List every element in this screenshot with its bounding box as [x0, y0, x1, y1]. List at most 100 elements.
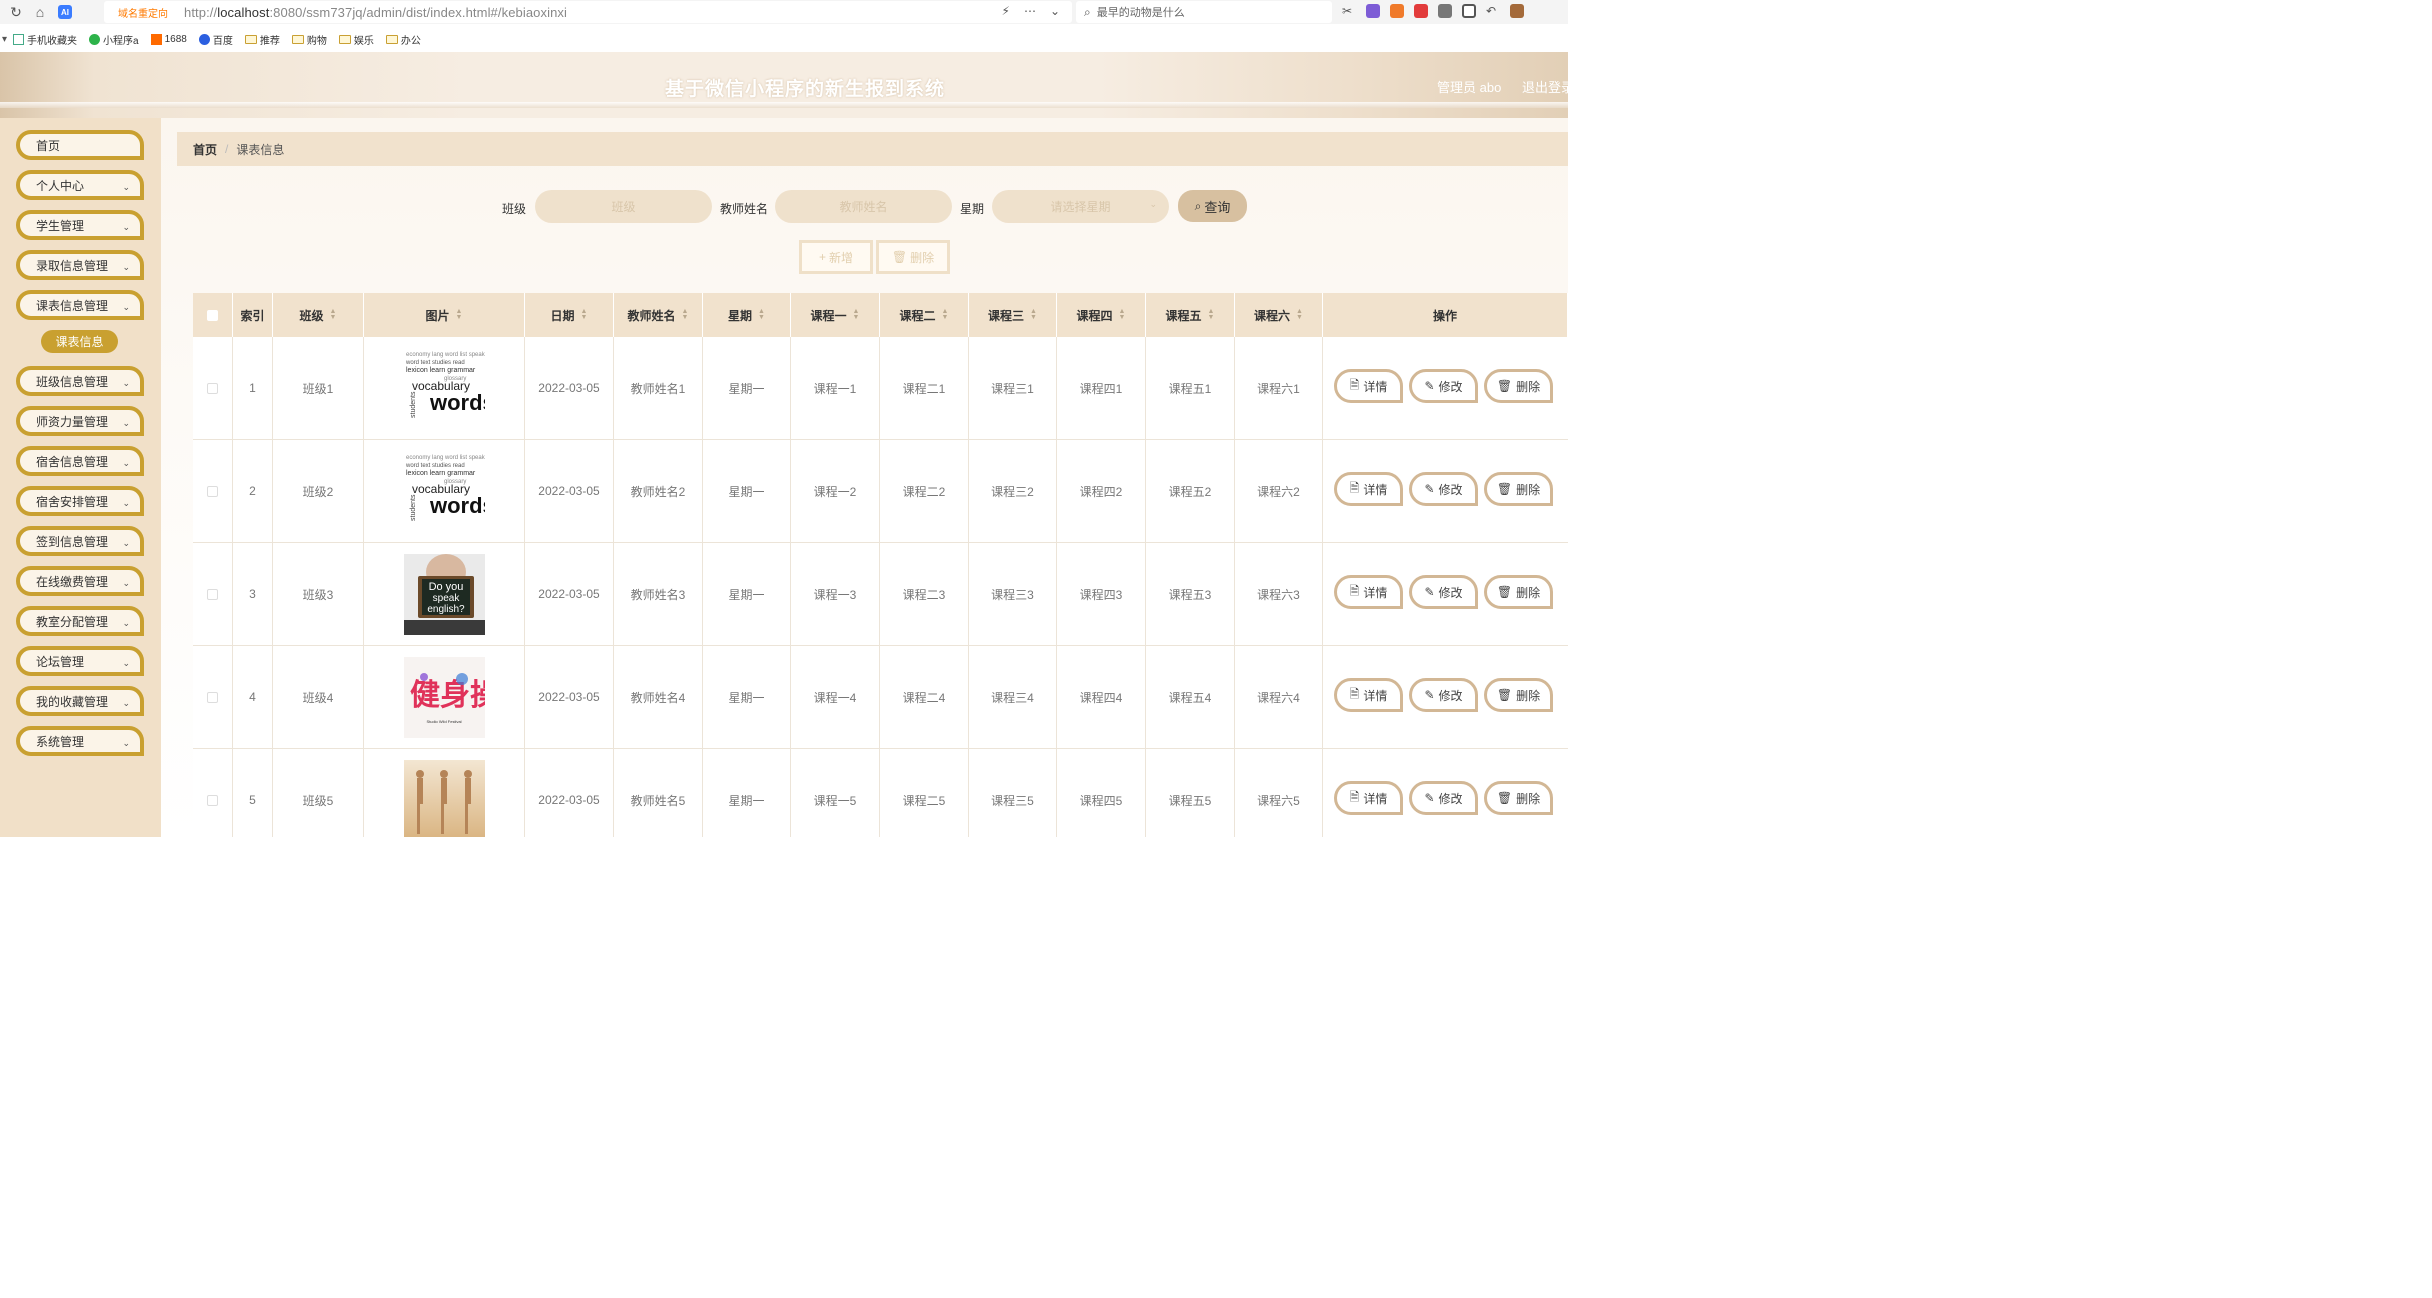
refresh-icon[interactable]: ↻: [8, 4, 24, 20]
col-course4[interactable]: 课程四 ▲ ▼: [1057, 293, 1146, 337]
extension-red-icon[interactable]: [1414, 4, 1428, 18]
col-weekday[interactable]: 星期 ▲ ▼: [703, 293, 791, 337]
lightning-icon[interactable]: ⚡: [1002, 4, 1010, 18]
sidebar-item-class[interactable]: 班级信息管理 ⌄: [16, 366, 144, 396]
col-course1[interactable]: 课程一 ▲ ▼: [791, 293, 880, 337]
row-checkbox[interactable]: [193, 337, 233, 439]
edit-button[interactable]: ✎ 修改: [1409, 575, 1478, 609]
row-checkbox[interactable]: [193, 543, 233, 645]
sort-icon[interactable]: ▲ ▼: [1119, 308, 1126, 321]
bookmark-folder-entertainment[interactable]: 娱乐: [338, 32, 374, 47]
delete-button[interactable]: 🗑︎ 删除: [1484, 472, 1553, 506]
sort-icon[interactable]: ▲ ▼: [456, 308, 463, 321]
col-class[interactable]: 班级 ▲ ▼: [273, 293, 364, 337]
cell-teacher: 教师姓名3: [614, 543, 703, 645]
sidebar-item-faculty[interactable]: 师资力量管理 ⌄: [16, 406, 144, 436]
chevron-down-icon[interactable]: ⌄: [1050, 4, 1060, 18]
sort-icon[interactable]: ▲ ▼: [581, 308, 588, 321]
row-checkbox[interactable]: [193, 646, 233, 748]
delete-button[interactable]: 🗑︎ 删除: [1484, 678, 1553, 712]
delete-button[interactable]: 🗑︎ 删除: [1484, 575, 1553, 609]
sort-icon[interactable]: ▲ ▼: [1208, 308, 1215, 321]
bookmark-folder-office[interactable]: 办公: [385, 32, 421, 47]
download-icon[interactable]: [1462, 4, 1476, 18]
batch-delete-button[interactable]: 🗑︎ 删除: [876, 240, 950, 274]
sidebar-item-admission[interactable]: 录取信息管理 ⌄: [16, 250, 144, 280]
extension-orange-icon[interactable]: [1390, 4, 1404, 18]
row-checkbox[interactable]: [193, 749, 233, 837]
sort-icon[interactable]: ▲ ▼: [758, 308, 765, 321]
sidebar-item-timetable[interactable]: 课表信息管理 ⌄: [16, 290, 144, 320]
sidebar-item-dorm-info[interactable]: 宿舍信息管理 ⌄: [16, 446, 144, 476]
cell-c4: 课程四5: [1057, 749, 1146, 837]
detail-button[interactable]: 🗎︎ 详情: [1334, 472, 1403, 506]
sidebar-item-forum[interactable]: 论坛管理 ⌄: [16, 646, 144, 676]
detail-button[interactable]: 🗎︎ 详情: [1334, 678, 1403, 712]
col-course3[interactable]: 课程三 ▲ ▼: [969, 293, 1057, 337]
sidebar-item-home[interactable]: 首页: [16, 130, 144, 160]
detail-button[interactable]: 🗎︎ 详情: [1334, 369, 1403, 403]
teacher-filter-input[interactable]: 教师姓名: [775, 190, 952, 223]
col-date[interactable]: 日期 ▲ ▼: [525, 293, 614, 337]
dancers-image: [403, 759, 485, 837]
col-teacher[interactable]: 教师姓名 ▲ ▼: [614, 293, 703, 337]
sort-icon[interactable]: ▲ ▼: [853, 308, 860, 321]
sort-icon[interactable]: ▲ ▼: [1030, 308, 1037, 321]
sidebar-item-personal-center[interactable]: 个人中心 ⌄: [16, 170, 144, 200]
home-icon[interactable]: ⌂: [32, 4, 48, 20]
address-bar[interactable]: 域名重定向 http://localhost:8080/ssm737jq/adm…: [104, 1, 1072, 23]
detail-button[interactable]: 🗎︎ 详情: [1334, 575, 1403, 609]
bookmark-chevron-icon[interactable]: ▾: [2, 34, 7, 45]
undo-icon[interactable]: ↶: [1486, 4, 1500, 18]
browser-search[interactable]: ⌕ 最早的动物是什么: [1076, 1, 1332, 23]
logout-link[interactable]: 退出登录: [1522, 77, 1574, 96]
bookmarks-bar: ▾ 手机收藏夹 小程序a 1688 百度 推荐 购物 娱乐 办公: [0, 28, 1568, 50]
bookmark-folder-shopping[interactable]: 购物: [291, 32, 327, 47]
row-checkbox[interactable]: [193, 440, 233, 542]
sidebar-item-dorm-arrange[interactable]: 宿舍安排管理 ⌄: [16, 486, 144, 516]
sort-icon[interactable]: ▲ ▼: [330, 308, 337, 321]
delete-button[interactable]: 🗑︎ 删除: [1484, 781, 1553, 815]
scissors-icon[interactable]: ✂: [1342, 4, 1356, 18]
bookmark-miniprogram[interactable]: 小程序a: [89, 32, 139, 47]
class-filter-input[interactable]: 班级: [535, 190, 712, 223]
sidebar-item-payment[interactable]: 在线缴费管理 ⌄: [16, 566, 144, 596]
sidebar-item-favorites[interactable]: 我的收藏管理 ⌄: [16, 686, 144, 716]
delete-button[interactable]: 🗑︎ 删除: [1484, 369, 1553, 403]
briefcase-icon[interactable]: [1510, 4, 1524, 18]
select-all-checkbox[interactable]: [193, 293, 233, 337]
sidebar-item-classroom[interactable]: 教室分配管理 ⌄: [16, 606, 144, 636]
svg-text:Studio Wild Festival: Studio Wild Festival: [426, 719, 461, 724]
sidebar-item-checkin[interactable]: 签到信息管理 ⌄: [16, 526, 144, 556]
more-icon[interactable]: ⋯: [1024, 4, 1036, 18]
pencil-icon: ✎: [1424, 379, 1435, 393]
col-course5[interactable]: 课程五 ▲ ▼: [1146, 293, 1235, 337]
query-button[interactable]: ⌕ 查询: [1178, 190, 1247, 222]
url-text[interactable]: http://localhost:8080/ssm737jq/admin/dis…: [184, 5, 567, 20]
sort-icon[interactable]: ▲ ▼: [942, 308, 949, 321]
col-course6[interactable]: 课程六 ▲ ▼: [1235, 293, 1323, 337]
edit-button[interactable]: ✎ 修改: [1409, 678, 1478, 712]
cell-c3: 课程三2: [969, 440, 1057, 542]
bookmark-mobile[interactable]: 手机收藏夹: [13, 32, 77, 47]
col-image[interactable]: 图片 ▲ ▼: [364, 293, 525, 337]
weekday-select[interactable]: 请选择星期 ⌄: [992, 190, 1169, 223]
detail-button[interactable]: 🗎︎ 详情: [1334, 781, 1403, 815]
add-button[interactable]: + 新增: [799, 240, 873, 274]
bookmark-1688[interactable]: 1688: [150, 33, 187, 45]
extension-purple-icon[interactable]: [1366, 4, 1380, 18]
sidebar-subitem-timetable-info[interactable]: 课表信息: [41, 330, 118, 353]
edit-button[interactable]: ✎ 修改: [1409, 472, 1478, 506]
ai-icon[interactable]: AI: [58, 5, 72, 19]
puzzle-icon[interactable]: [1438, 4, 1452, 18]
sidebar-item-system[interactable]: 系统管理 ⌄: [16, 726, 144, 756]
bookmark-baidu[interactable]: 百度: [198, 32, 233, 47]
sort-icon[interactable]: ▲ ▼: [1296, 308, 1303, 321]
edit-button[interactable]: ✎ 修改: [1409, 369, 1478, 403]
sort-icon[interactable]: ▲ ▼: [682, 308, 689, 321]
bookmark-folder-recommend[interactable]: 推荐: [244, 32, 280, 47]
edit-button[interactable]: ✎ 修改: [1409, 781, 1478, 815]
sidebar-item-student[interactable]: 学生管理 ⌄: [16, 210, 144, 240]
col-course2[interactable]: 课程二 ▲ ▼: [880, 293, 969, 337]
breadcrumb-home[interactable]: 首页: [193, 141, 217, 158]
